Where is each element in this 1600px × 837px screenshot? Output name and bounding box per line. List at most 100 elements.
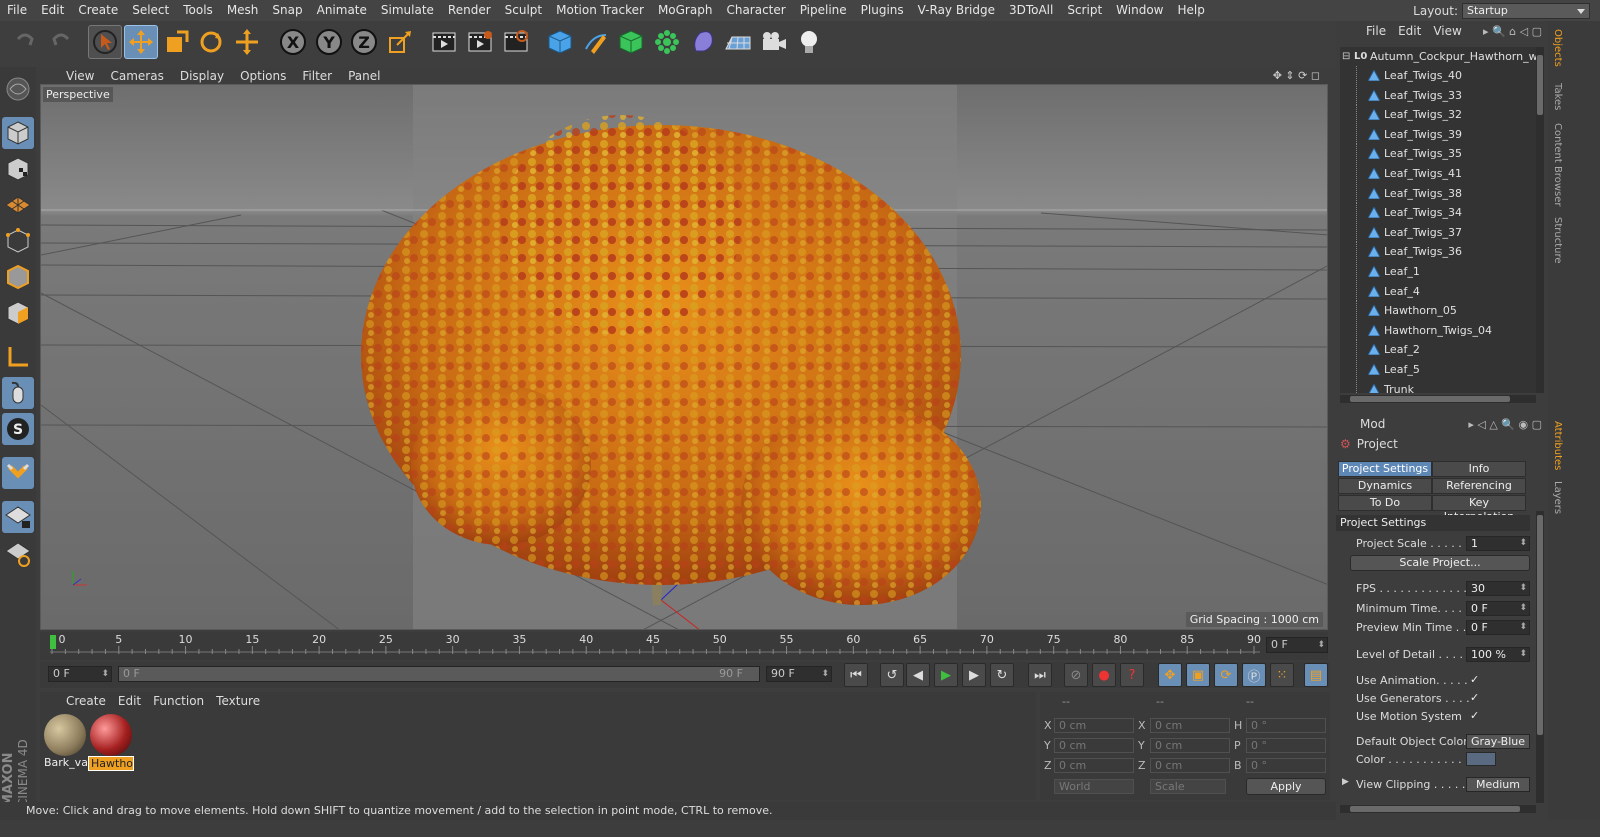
edges-mode-icon[interactable] xyxy=(2,261,34,293)
menu-motion-tracker[interactable]: Motion Tracker xyxy=(549,0,651,21)
attr-toolbar-icons[interactable]: ▸ ◁ △ 🔍 ◉ ▢ xyxy=(1468,418,1548,431)
collapse-icon[interactable]: ⊟ xyxy=(1342,47,1350,66)
points-mode-icon[interactable] xyxy=(2,225,34,257)
menu-create[interactable]: Create xyxy=(71,0,125,21)
max-frame-field[interactable]: 90 F xyxy=(766,666,832,682)
key-position-icon[interactable]: ✥ xyxy=(1158,663,1182,687)
move-tool-icon[interactable] xyxy=(124,25,158,59)
menu-3dtoall[interactable]: 3DToAll xyxy=(1002,0,1060,21)
material-hawthorn[interactable]: Hawtho xyxy=(88,714,134,771)
menu-mesh[interactable]: Mesh xyxy=(220,0,266,21)
object-row[interactable]: Hawthorn_05 xyxy=(1340,301,1536,321)
play-button[interactable]: ▶ xyxy=(934,663,958,687)
scheme-settings-icon[interactable]: ▤ xyxy=(1304,663,1328,687)
light-icon[interactable] xyxy=(792,25,826,59)
y-axis-lock-button[interactable]: Y xyxy=(312,25,346,59)
tab-referencing[interactable]: Referencing xyxy=(1432,478,1526,494)
menu-simulate[interactable]: Simulate xyxy=(374,0,441,21)
next-key-button[interactable]: ↻ xyxy=(990,663,1014,687)
coord-pos-x[interactable]: 0 cm xyxy=(1054,718,1134,733)
scale-project-button[interactable]: Scale Project... xyxy=(1350,555,1530,571)
side-tab-structure[interactable]: Structure xyxy=(1552,217,1563,264)
menu-vray-bridge[interactable]: V-Ray Bridge xyxy=(911,0,1002,21)
attr-scrollbar[interactable] xyxy=(1536,511,1544,803)
range-slider[interactable]: 0 F 90 F xyxy=(118,666,760,682)
attr-mode-menu[interactable]: Mod xyxy=(1336,417,1385,431)
coord-pos-y[interactable]: 0 cm xyxy=(1054,738,1134,753)
previous-key-button[interactable]: ↺ xyxy=(880,663,904,687)
menu-tools[interactable]: Tools xyxy=(176,0,220,21)
menu-window[interactable]: Window xyxy=(1109,0,1170,21)
mat-menu-texture[interactable]: Texture xyxy=(210,694,266,708)
project-scale-field[interactable]: 1 xyxy=(1466,536,1530,551)
coord-size-mode-dropdown[interactable]: Scale xyxy=(1150,779,1226,794)
coord-size-z[interactable]: 0 cm xyxy=(1150,758,1230,773)
coord-rot-b[interactable]: 0 ° xyxy=(1246,758,1326,773)
view-clipping-dropdown[interactable]: Medium xyxy=(1466,777,1530,792)
vp-menu-view[interactable]: View xyxy=(58,69,102,83)
object-row[interactable]: Leaf_1 xyxy=(1340,262,1536,281)
tab-key-interpolation[interactable]: Key Interpolation xyxy=(1432,495,1526,523)
object-row[interactable]: Leaf_Twigs_32 xyxy=(1340,105,1536,125)
color-swatch[interactable] xyxy=(1466,752,1496,766)
3d-viewport[interactable]: Perspective Grid Spacing : 1000 cm xyxy=(40,84,1328,630)
vp-menu-display[interactable]: Display xyxy=(172,69,232,83)
lod-field[interactable]: 100 % xyxy=(1466,647,1530,662)
object-row[interactable]: Leaf_Twigs_40 xyxy=(1340,66,1536,85)
live-selection-icon[interactable] xyxy=(88,25,122,59)
fps-field[interactable]: 30 xyxy=(1466,581,1530,596)
object-list-hscrollbar[interactable] xyxy=(1340,395,1536,403)
use-motion-checkbox[interactable]: ✓ xyxy=(1470,710,1482,722)
tab-dynamics[interactable]: Dynamics xyxy=(1338,478,1432,494)
key-pla-icon[interactable]: ⁙ xyxy=(1270,663,1294,687)
obj-menu-view[interactable]: View xyxy=(1427,24,1467,38)
expand-arrow-icon[interactable]: ▶ xyxy=(1342,777,1349,787)
tweak-mode-icon[interactable] xyxy=(2,377,34,409)
make-editable-icon[interactable] xyxy=(2,73,34,105)
object-row[interactable]: Leaf_Twigs_36 xyxy=(1340,242,1536,262)
object-row[interactable]: Leaf_Twigs_41 xyxy=(1340,164,1536,183)
go-to-start-button[interactable]: ⏮ xyxy=(844,663,868,687)
object-row[interactable]: Leaf_5 xyxy=(1340,360,1536,379)
attr-hscrollbar[interactable] xyxy=(1340,805,1536,813)
x-axis-lock-button[interactable]: X xyxy=(276,25,310,59)
apply-button[interactable]: Apply xyxy=(1246,778,1326,795)
autokey-icon[interactable]: ● xyxy=(1092,663,1116,687)
menu-select[interactable]: Select xyxy=(125,0,176,21)
axis-mode-icon[interactable] xyxy=(2,341,34,373)
object-row[interactable]: Leaf_Twigs_34 xyxy=(1340,203,1536,223)
coord-size-y[interactable]: 0 cm xyxy=(1150,738,1230,753)
menu-script[interactable]: Script xyxy=(1060,0,1109,21)
deformer-icon[interactable] xyxy=(686,25,720,59)
timeline-end-field[interactable]: 0 F xyxy=(1266,637,1328,653)
vp-menu-panel[interactable]: Panel xyxy=(340,69,388,83)
polygons-mode-icon[interactable] xyxy=(2,297,34,329)
obj-menu-file[interactable]: File xyxy=(1360,24,1392,38)
object-row[interactable]: Leaf_2 xyxy=(1340,340,1536,360)
coord-size-x[interactable]: 0 cm xyxy=(1150,718,1230,733)
object-row[interactable]: Leaf_Twigs_37 xyxy=(1340,222,1536,242)
object-row[interactable]: Leaf_Twigs_38 xyxy=(1340,183,1536,203)
object-row[interactable]: Leaf_Twigs_39 xyxy=(1340,124,1536,144)
vp-menu-options[interactable]: Options xyxy=(232,69,294,83)
menu-render[interactable]: Render xyxy=(441,0,498,21)
tab-to-do[interactable]: To Do xyxy=(1338,495,1432,511)
redo-icon[interactable] xyxy=(44,25,78,59)
mat-menu-create[interactable]: Create xyxy=(60,694,112,708)
side-tab-objects[interactable]: Objects xyxy=(1552,29,1563,67)
rotate-tool-icon[interactable] xyxy=(194,25,228,59)
generator-icon[interactable] xyxy=(614,25,648,59)
render-view-icon[interactable] xyxy=(427,25,461,59)
menu-character[interactable]: Character xyxy=(719,0,792,21)
menu-plugins[interactable]: Plugins xyxy=(854,0,911,21)
object-row[interactable]: Trunk xyxy=(1340,379,1536,393)
menu-snap[interactable]: Snap xyxy=(265,0,309,21)
key-parameter-icon[interactable]: Ⓟ xyxy=(1242,663,1266,687)
mat-menu-edit[interactable]: Edit xyxy=(112,694,147,708)
locked-workplane-icon[interactable] xyxy=(2,501,34,533)
texture-mode-icon[interactable] xyxy=(2,153,34,185)
vp-menu-filter[interactable]: Filter xyxy=(294,69,340,83)
obj-toolbar-icons[interactable]: ▸ 🔍 ⌂ ◁ ▢ xyxy=(1483,25,1548,38)
side-tab-takes[interactable]: Takes xyxy=(1552,83,1563,110)
material-bark[interactable]: Bark_var xyxy=(42,714,88,769)
